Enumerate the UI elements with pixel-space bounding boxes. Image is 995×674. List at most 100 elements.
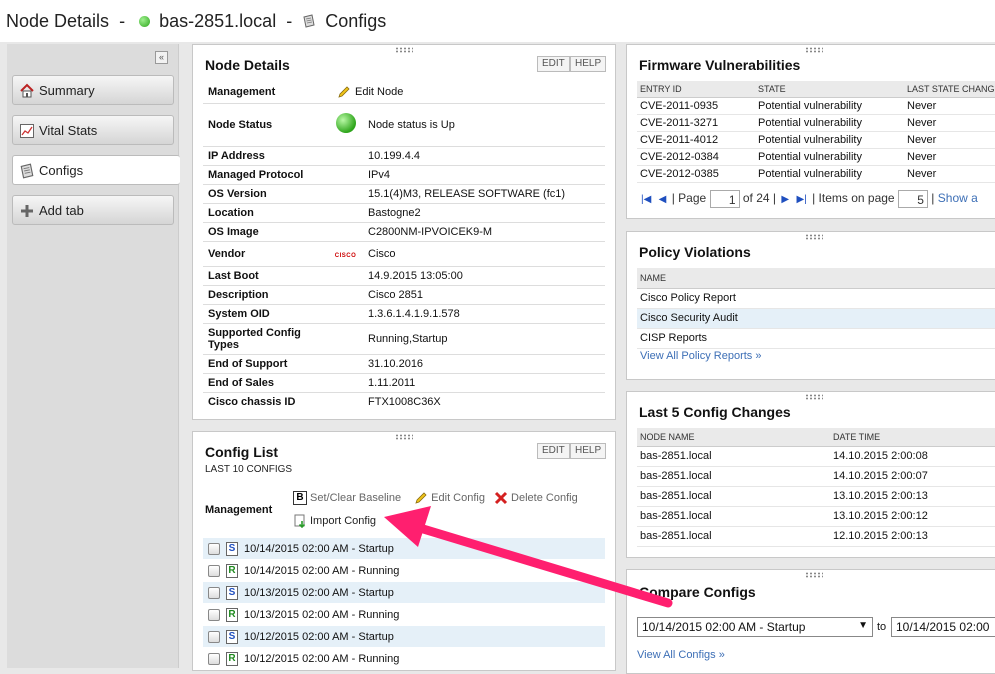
column-header[interactable]: ENTRY ID	[637, 81, 755, 98]
config-row[interactable]: S 10/14/2015 02:00 AM - Startup	[203, 538, 605, 559]
edit-node-link[interactable]: Edit Node	[338, 81, 605, 104]
config-checkbox[interactable]	[208, 565, 220, 577]
cell: bas-2851.local	[637, 526, 830, 547]
edit-button[interactable]: EDIT	[537, 443, 570, 459]
detail-row: Location Bastogne2	[203, 203, 605, 223]
detail-key: OS Version	[203, 184, 328, 204]
drag-handle[interactable]	[804, 394, 823, 400]
pencil-icon	[415, 492, 427, 504]
cell: CVE-2011-4012	[637, 131, 755, 149]
policy-report-link[interactable]: Cisco Policy Report	[637, 288, 995, 309]
first-page-icon[interactable]: |◀	[641, 194, 651, 205]
view-all-configs-link[interactable]: View All Configs »	[637, 649, 725, 661]
detail-key: OS Image	[203, 222, 328, 242]
delete-x-icon	[494, 491, 508, 505]
tab-vital-stats[interactable]: Vital Stats	[12, 115, 174, 145]
table-row: CVE-2012-0384 Potential vulnerability Neve…	[637, 148, 995, 166]
drag-handle[interactable]	[395, 434, 413, 440]
delete-config-button[interactable]: Delete Config	[494, 491, 578, 505]
set-clear-baseline-button[interactable]: B Set/Clear Baseline	[293, 491, 404, 505]
detail-value: Node status is Up	[363, 103, 605, 147]
page-count: of 24	[742, 191, 770, 206]
collapse-sidebar-button[interactable]: «	[155, 51, 168, 64]
config-row[interactable]: S 10/13/2015 02:00 AM - Startup	[203, 582, 605, 603]
detail-row: Last Boot 14.9.2015 13:05:00	[203, 266, 605, 286]
panel-title: Compare Configs	[639, 584, 756, 600]
baseline-icon: B	[293, 491, 307, 505]
policy-table: NAME Cisco Policy Report Cisco Security …	[637, 268, 995, 349]
tab-configs[interactable]: Configs	[12, 155, 180, 185]
cell: bas-2851.local	[637, 466, 830, 487]
detail-value: 14.9.2015 13:05:00	[363, 266, 605, 286]
config-row[interactable]: R 10/12/2015 02:00 AM - Running	[203, 648, 605, 669]
cell: CVE-2011-3271	[637, 114, 755, 132]
running-config-icon: R	[226, 564, 238, 578]
drag-handle[interactable]	[804, 234, 823, 240]
home-icon	[20, 83, 34, 98]
cell: bas-2851.local	[637, 486, 830, 507]
policy-report-link[interactable]: CISP Reports	[637, 328, 995, 349]
view-all-policy-reports-link[interactable]: View All Policy Reports »	[640, 350, 761, 362]
config-checkbox[interactable]	[208, 543, 220, 555]
detail-key: Node Status	[203, 103, 328, 147]
detail-row: Supported Config Types Running,Startup	[203, 323, 605, 355]
config-checkbox[interactable]	[208, 609, 220, 621]
config-row[interactable]: R 10/13/2015 02:00 AM - Running	[203, 604, 605, 625]
edit-config-button[interactable]: Edit Config	[414, 492, 488, 504]
plus-icon	[21, 205, 33, 217]
import-config-button[interactable]: Import Config	[293, 514, 376, 528]
config-checkbox[interactable]	[208, 631, 220, 643]
next-page-icon[interactable]: ▶	[781, 194, 789, 205]
column-header[interactable]: LAST STATE CHANG	[904, 81, 995, 98]
show-all-link[interactable]: Show a	[938, 191, 978, 205]
last-page-icon[interactable]: ▶|	[796, 194, 806, 205]
drag-handle[interactable]	[804, 47, 823, 53]
detail-key: IP Address	[203, 146, 328, 166]
policy-violations-panel: Policy Violations NAME Cisco Policy Repo…	[626, 231, 995, 380]
compare-to-label: to	[877, 621, 887, 633]
policy-report-link[interactable]: Cisco Security Audit	[637, 308, 995, 329]
config-row[interactable]: R 10/14/2015 02:00 AM - Running	[203, 560, 605, 581]
detail-row: Description Cisco 2851	[203, 285, 605, 305]
tab-add[interactable]: Add tab	[12, 195, 174, 225]
cell: Potential vulnerability	[755, 165, 904, 183]
drag-handle[interactable]	[804, 572, 823, 578]
detail-row: Management Edit Node	[203, 81, 605, 104]
config-scroll-icon	[303, 14, 315, 28]
detail-row: IP Address 10.199.4.4	[203, 146, 605, 166]
config-checkbox[interactable]	[208, 653, 220, 665]
compare-left-select[interactable]: 10/14/2015 02:00 AM - Startup ▼	[637, 617, 873, 637]
config-row[interactable]: S 10/12/2015 02:00 AM - Startup	[203, 626, 605, 647]
page-input[interactable]: 1	[709, 190, 740, 208]
help-button[interactable]: HELP	[570, 56, 607, 72]
cell: CVE-2011-0935	[637, 97, 755, 115]
cell: Potential vulnerability	[755, 148, 904, 166]
column-header[interactable]: NODE NAME	[637, 428, 830, 447]
cell: Potential vulnerability	[755, 97, 904, 115]
detail-row: Vendor CISCO Cisco	[203, 241, 605, 267]
column-header[interactable]: NAME	[637, 268, 995, 289]
detail-row: System OID 1.3.6.1.4.1.9.1.578	[203, 304, 605, 324]
detail-key: Description	[203, 285, 328, 305]
startup-config-icon: S	[226, 630, 238, 644]
tab-summary[interactable]: Summary	[12, 75, 174, 105]
prev-page-icon[interactable]: ◀	[659, 194, 667, 205]
tab-label: Summary	[39, 83, 95, 98]
help-button[interactable]: HELP	[570, 443, 607, 459]
drag-handle[interactable]	[395, 47, 413, 53]
panel-title: Node Details	[205, 57, 290, 73]
column-header[interactable]: DATE TIME	[830, 428, 995, 447]
detail-value: 10.199.4.4	[363, 146, 605, 166]
chart-icon	[20, 124, 34, 138]
config-checkbox[interactable]	[208, 587, 220, 599]
compare-right-select[interactable]: 10/14/2015 02:00	[891, 617, 995, 637]
config-changes-table: NODE NAME DATE TIME bas-2851.local 14.10.…	[637, 428, 995, 547]
edit-button[interactable]: EDIT	[537, 56, 570, 72]
status-up-icon	[335, 113, 356, 133]
node-status-up-icon	[139, 15, 151, 27]
items-per-page-input[interactable]: 5	[897, 190, 928, 208]
column-header[interactable]: STATE	[755, 81, 904, 98]
detail-key: Supported Config Types	[203, 323, 328, 355]
section-name: Configs	[325, 10, 387, 31]
detail-value: 15.1(4)M3, RELEASE SOFTWARE (fc1)	[363, 184, 605, 204]
